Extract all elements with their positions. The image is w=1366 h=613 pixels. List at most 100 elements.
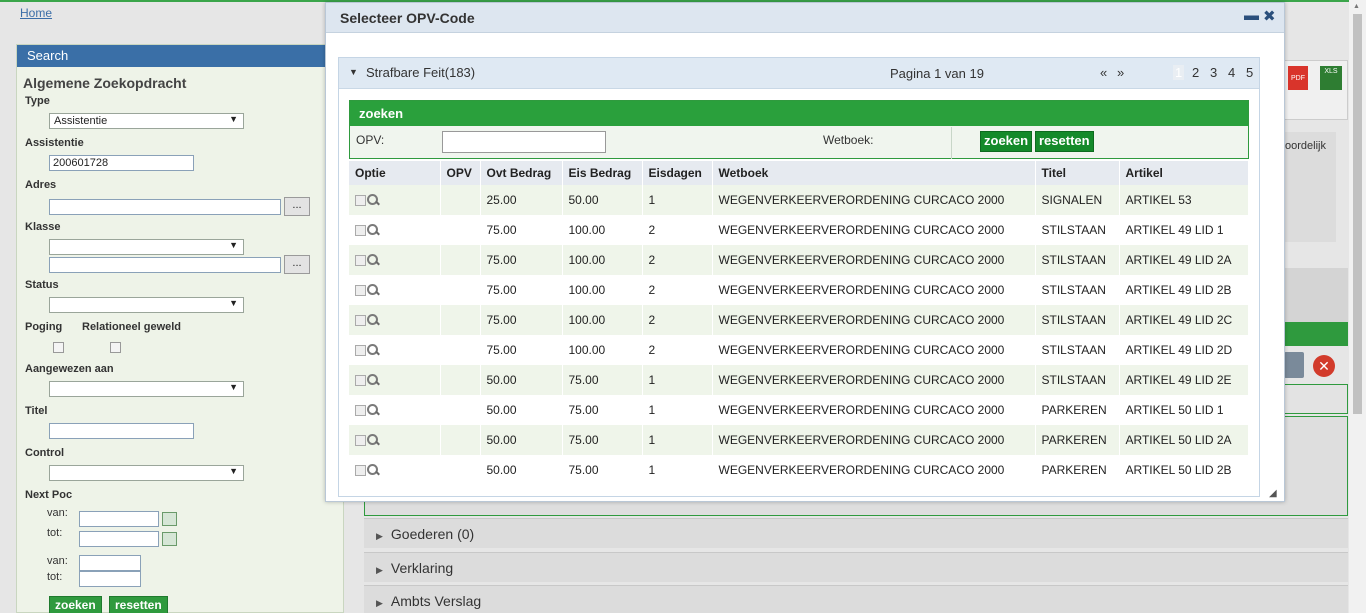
- breadcrumb-home-link[interactable]: Home: [20, 6, 52, 20]
- magnifier-icon[interactable]: [366, 223, 380, 237]
- next-poc-tot-input[interactable]: [79, 531, 159, 547]
- row-eis-bedrag: 100.00: [562, 275, 643, 305]
- row-opv: [440, 425, 481, 455]
- titel-input[interactable]: [49, 423, 194, 439]
- panel-title[interactable]: Strafbare Feit(183): [366, 65, 475, 80]
- accordion-verklaring[interactable]: ▶ Verklaring: [364, 552, 1348, 582]
- magnifier-icon[interactable]: [366, 253, 380, 267]
- dialog-title: Selecteer OPV-Code: [340, 10, 475, 26]
- magnifier-icon[interactable]: [366, 403, 380, 417]
- scrollbar-thumb[interactable]: [1353, 14, 1362, 414]
- magnifier-icon[interactable]: [366, 463, 380, 477]
- right-green-bar: [1284, 322, 1348, 346]
- opv-reset-button[interactable]: resetten: [1035, 131, 1094, 152]
- status-select[interactable]: ▼: [49, 297, 244, 313]
- column-header-eis-bedrag[interactable]: Eis Bedrag: [562, 161, 643, 185]
- poging-checkbox[interactable]: [53, 342, 64, 353]
- aangewezen-select[interactable]: ▼: [49, 381, 244, 397]
- row-opv: [440, 365, 481, 395]
- assistentie-input[interactable]: 200601728: [49, 155, 194, 171]
- accordion-verklaring-label: Verklaring: [390, 560, 454, 576]
- calendar-icon[interactable]: [162, 512, 177, 526]
- column-header-optie[interactable]: Optie: [349, 161, 441, 185]
- next-page-button[interactable]: »: [1117, 65, 1124, 80]
- range-van-input[interactable]: [79, 555, 141, 571]
- row-checkbox[interactable]: [355, 224, 366, 236]
- table-header-row: Optie OPV Ovt Bedrag Eis Bedrag Eisdagen…: [349, 161, 1249, 185]
- prev-page-button[interactable]: «: [1100, 65, 1107, 80]
- accordion-goederen[interactable]: ▶ Goederen (0): [364, 518, 1348, 548]
- divider: [951, 127, 952, 159]
- resize-handle-icon[interactable]: ◢: [1269, 488, 1277, 499]
- row-titel: PARKEREN: [1035, 455, 1120, 485]
- delete-icon[interactable]: ✕: [1313, 355, 1335, 377]
- column-header-wetboek[interactable]: Wetboek: [712, 161, 1036, 185]
- minimize-icon[interactable]: ▬: [1244, 7, 1259, 24]
- klasse-input[interactable]: [49, 257, 281, 273]
- table-row[interactable]: 75.00 100.00 2 WEGENVERKEERVERORDENING CURC…: [349, 305, 1249, 335]
- magnifier-icon[interactable]: [366, 283, 380, 297]
- row-checkbox[interactable]: [355, 194, 366, 206]
- accordion-ambts-verslag[interactable]: ▶ Ambts Verslag: [364, 585, 1348, 613]
- page-link-1[interactable]: 1: [1173, 65, 1185, 80]
- column-header-ovt-bedrag[interactable]: Ovt Bedrag: [480, 161, 563, 185]
- scroll-up-icon[interactable]: ▲: [1353, 3, 1360, 10]
- collapse-icon[interactable]: ▼: [349, 67, 358, 77]
- magnifier-icon[interactable]: [366, 433, 380, 447]
- table-row[interactable]: 50.00 75.00 1 WEGENVERKEERVERORDENING CURCA…: [349, 395, 1249, 425]
- xls-icon[interactable]: XLS: [1320, 66, 1342, 90]
- row-checkbox[interactable]: [355, 434, 366, 446]
- row-checkbox[interactable]: [355, 464, 366, 476]
- table-row[interactable]: 75.00 100.00 2 WEGENVERKEERVERORDENING CURC…: [349, 245, 1249, 275]
- row-opv: [440, 215, 481, 245]
- row-checkbox[interactable]: [355, 284, 366, 296]
- magnifier-icon[interactable]: [366, 313, 380, 327]
- row-option-cell: [349, 245, 441, 275]
- page-link-4[interactable]: 4: [1228, 65, 1235, 80]
- type-select[interactable]: Assistentie ▼: [49, 113, 244, 129]
- next-poc-van-input[interactable]: [79, 511, 159, 527]
- opv-search-button[interactable]: zoeken: [980, 131, 1033, 152]
- relationeel-geweld-checkbox[interactable]: [110, 342, 121, 353]
- row-ovt-bedrag: 50.00: [480, 365, 563, 395]
- page-link-5[interactable]: 5: [1246, 65, 1253, 80]
- calendar-icon[interactable]: [162, 532, 177, 546]
- row-checkbox[interactable]: [355, 374, 366, 386]
- row-checkbox[interactable]: [355, 404, 366, 416]
- opv-input[interactable]: [442, 131, 606, 153]
- table-row[interactable]: 50.00 75.00 1 WEGENVERKEERVERORDENING CURCA…: [349, 365, 1249, 395]
- table-row[interactable]: 25.00 50.00 1 WEGENVERKEERVERORDENING CURCA…: [349, 185, 1249, 215]
- adres-lookup-button[interactable]: ...: [284, 197, 310, 216]
- table-row[interactable]: 75.00 100.00 2 WEGENVERKEERVERORDENING CURC…: [349, 215, 1249, 245]
- column-header-opv[interactable]: OPV: [440, 161, 481, 185]
- magnifier-icon[interactable]: [366, 343, 380, 357]
- pdf-icon[interactable]: PDF: [1288, 66, 1308, 90]
- page-link-2[interactable]: 2: [1192, 65, 1199, 80]
- range-tot-input[interactable]: [79, 571, 141, 587]
- row-checkbox[interactable]: [355, 254, 366, 266]
- row-titel: PARKEREN: [1035, 395, 1120, 425]
- klasse-select[interactable]: ▼: [49, 239, 244, 255]
- column-header-eisdagen[interactable]: Eisdagen: [642, 161, 713, 185]
- opv-search-box: zoeken OPV: Wetboek: zoeken resetten: [349, 100, 1249, 159]
- row-checkbox[interactable]: [355, 344, 366, 356]
- column-header-artikel[interactable]: Artikel: [1119, 161, 1249, 185]
- row-checkbox[interactable]: [355, 314, 366, 326]
- page-scrollbar[interactable]: ▲: [1349, 0, 1366, 613]
- table-row[interactable]: 75.00 100.00 2 WEGENVERKEERVERORDENING CURC…: [349, 275, 1249, 305]
- row-artikel: ARTIKEL 53: [1119, 185, 1249, 215]
- magnifier-icon[interactable]: [366, 373, 380, 387]
- page-link-3[interactable]: 3: [1210, 65, 1217, 80]
- column-header-titel[interactable]: Titel: [1035, 161, 1120, 185]
- reset-button[interactable]: resetten: [109, 596, 168, 613]
- control-select[interactable]: ▼: [49, 465, 244, 481]
- save-icon[interactable]: [1284, 352, 1304, 378]
- adres-input[interactable]: [49, 199, 281, 215]
- search-button[interactable]: zoeken: [49, 596, 102, 613]
- table-row[interactable]: 50.00 75.00 1 WEGENVERKEERVERORDENING CURCA…: [349, 425, 1249, 455]
- close-icon[interactable]: ✖: [1263, 7, 1276, 25]
- klasse-lookup-button[interactable]: ...: [284, 255, 310, 274]
- table-row[interactable]: 75.00 100.00 2 WEGENVERKEERVERORDENING CURC…: [349, 335, 1249, 365]
- table-row[interactable]: 50.00 75.00 1 WEGENVERKEERVERORDENING CURCA…: [349, 455, 1249, 485]
- magnifier-icon[interactable]: [366, 193, 380, 207]
